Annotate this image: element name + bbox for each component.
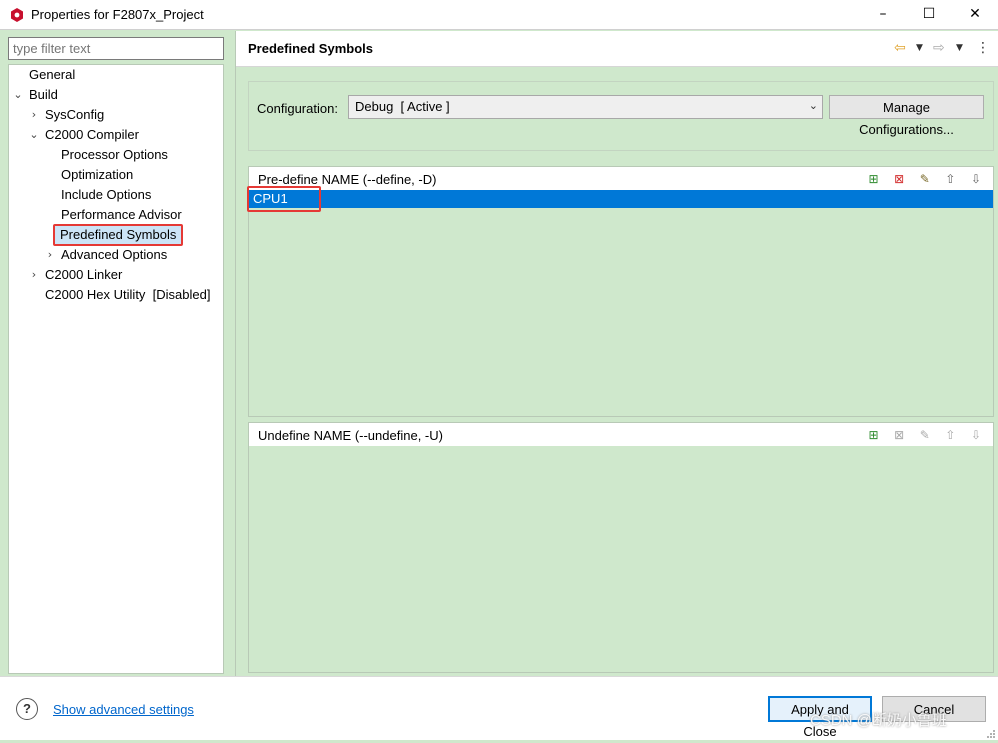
tree-item-sysconfig[interactable]: SysConfig bbox=[45, 105, 104, 125]
page-header: Predefined Symbols ⇦ ▼ ⇨ ▼ ⋮ bbox=[236, 31, 998, 67]
move-down-icon[interactable]: ⇩ bbox=[965, 426, 987, 444]
chevron-down-icon[interactable]: ⌄ bbox=[13, 85, 23, 105]
navigation-pane: General ⌄ Build › SysConfig ⌄ C2000 Comp… bbox=[0, 31, 235, 676]
selection-highlight-box bbox=[247, 186, 321, 212]
maximize-button[interactable]: ☐ bbox=[906, 0, 952, 30]
content-pane: Predefined Symbols ⇦ ▼ ⇨ ▼ ⋮ Configurati… bbox=[236, 31, 998, 676]
resize-grip-icon[interactable] bbox=[986, 729, 996, 739]
watermark: CSDN @断奶小鲁班 bbox=[810, 712, 947, 729]
minimize-button[interactable]: – bbox=[860, 0, 906, 30]
undefine-panel-header: Undefine NAME (--undefine, -U) ⊞ ⊠ ✎ ⇧ ⇩ bbox=[249, 423, 993, 446]
back-arrow-icon[interactable]: ⇦ bbox=[894, 39, 906, 57]
configuration-select[interactable]: Debug [ Active ] ⌄ bbox=[348, 95, 823, 119]
tree-item-c2000-hex-utility[interactable]: C2000 Hex Utility [Disabled] bbox=[45, 285, 210, 305]
close-button[interactable]: ✕ bbox=[952, 0, 998, 30]
filter-input[interactable] bbox=[8, 37, 224, 60]
delete-icon[interactable]: ⊠ bbox=[888, 170, 910, 188]
undefine-panel-title: Undefine NAME (--undefine, -U) bbox=[258, 428, 443, 443]
undefine-panel: Undefine NAME (--undefine, -U) ⊞ ⊠ ✎ ⇧ ⇩ bbox=[248, 422, 994, 673]
tree-item-build[interactable]: Build bbox=[29, 85, 58, 105]
tree-item-include-options[interactable]: Include Options bbox=[61, 185, 151, 205]
property-tree: General ⌄ Build › SysConfig ⌄ C2000 Comp… bbox=[8, 64, 224, 674]
tree-item-optimization[interactable]: Optimization bbox=[61, 165, 133, 185]
chevron-right-icon[interactable]: › bbox=[29, 105, 39, 125]
chevron-right-icon[interactable]: › bbox=[29, 265, 39, 285]
configuration-value: Debug [ Active ] bbox=[355, 99, 450, 114]
tree-item-predefined-symbols[interactable]: Predefined Symbols bbox=[53, 224, 184, 246]
move-down-icon[interactable]: ⇩ bbox=[965, 170, 987, 188]
predefine-list[interactable]: CPU1 bbox=[247, 186, 993, 416]
predefine-panel-header: Pre-define NAME (--define, -D) ⊞ ⊠ ✎ ⇧ ⇩ bbox=[249, 167, 993, 190]
edit-icon[interactable]: ✎ bbox=[914, 170, 936, 188]
tree-item-c2000-compiler[interactable]: C2000 Compiler bbox=[45, 125, 139, 145]
add-icon[interactable]: ⊞ bbox=[863, 426, 885, 444]
chevron-right-icon[interactable]: › bbox=[45, 245, 55, 265]
predefine-toolbar: ⊞ ⊠ ✎ ⇧ ⇩ bbox=[863, 170, 988, 188]
app-logo-icon bbox=[11, 8, 23, 22]
dialog-footer: ? Show advanced settings Apply and Close… bbox=[0, 676, 998, 740]
tree-item-advanced-options[interactable]: Advanced Options bbox=[61, 245, 167, 265]
move-up-icon[interactable]: ⇧ bbox=[939, 426, 961, 444]
chevron-down-icon: ⌄ bbox=[808, 99, 818, 112]
tree-item-processor-options[interactable]: Processor Options bbox=[61, 145, 168, 165]
undefine-list[interactable] bbox=[249, 446, 993, 672]
tree-item-performance-advisor[interactable]: Performance Advisor bbox=[61, 205, 182, 225]
more-menu-icon[interactable]: ⋮ bbox=[976, 39, 990, 57]
chevron-down-icon[interactable]: ⌄ bbox=[29, 125, 39, 145]
chevron-down-icon[interactable]: ▼ bbox=[956, 39, 963, 57]
list-item[interactable]: CPU1 bbox=[249, 190, 993, 208]
page-title: Predefined Symbols bbox=[248, 41, 373, 56]
edit-icon[interactable]: ✎ bbox=[914, 426, 936, 444]
tree-item-c2000-linker[interactable]: C2000 Linker bbox=[45, 265, 122, 285]
predefine-panel: Pre-define NAME (--define, -D) ⊞ ⊠ ✎ ⇧ ⇩… bbox=[247, 166, 994, 417]
configuration-group: Configuration: Debug [ Active ] ⌄ Manage… bbox=[248, 81, 994, 151]
move-up-icon[interactable]: ⇧ bbox=[939, 170, 961, 188]
forward-arrow-icon[interactable]: ⇨ bbox=[933, 39, 945, 57]
predefine-panel-title: Pre-define NAME (--define, -D) bbox=[258, 172, 437, 187]
manage-configurations-button[interactable]: Manage Configurations... bbox=[829, 95, 984, 137]
undefine-toolbar: ⊞ ⊠ ✎ ⇧ ⇩ bbox=[863, 426, 988, 444]
chevron-down-icon[interactable]: ▼ bbox=[916, 39, 923, 57]
delete-icon[interactable]: ⊠ bbox=[888, 426, 910, 444]
title-bar: Properties for F2807x_Project – ☐ ✕ bbox=[0, 0, 998, 30]
window-title: Properties for F2807x_Project bbox=[31, 7, 204, 22]
add-icon[interactable]: ⊞ bbox=[863, 170, 885, 188]
tree-item-general[interactable]: General bbox=[29, 65, 75, 85]
configuration-label: Configuration: bbox=[257, 101, 338, 116]
show-advanced-settings-link[interactable]: Show advanced settings bbox=[53, 702, 194, 717]
help-icon[interactable]: ? bbox=[16, 698, 38, 720]
